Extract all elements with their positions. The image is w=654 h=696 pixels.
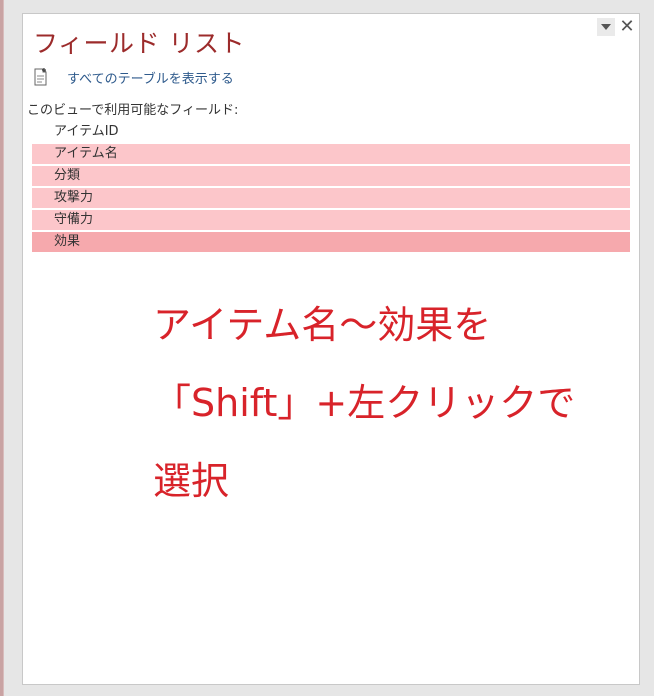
close-icon: ✕ bbox=[619, 16, 635, 37]
document-add-icon bbox=[34, 68, 47, 86]
field-item-defense[interactable]: 守備力 bbox=[32, 210, 630, 230]
field-item-category[interactable]: 分類 bbox=[32, 166, 630, 186]
window-left-edge bbox=[0, 0, 4, 696]
field-item-item-name[interactable]: アイテム名 bbox=[32, 144, 630, 164]
field-item-item-id[interactable]: アイテムID bbox=[32, 122, 630, 142]
dropdown-arrow-icon bbox=[601, 24, 611, 30]
field-list-pane: フィールド リスト ✕ すべてのテーブルを表示する このビューで利用可能なフィー… bbox=[22, 13, 640, 685]
field-item-effect[interactable]: 効果 bbox=[32, 232, 630, 252]
instruction-annotation: アイテム名～効果を 「Shift」+左クリックで 選択 bbox=[153, 286, 623, 520]
field-item-attack[interactable]: 攻撃力 bbox=[32, 188, 630, 208]
field-list: アイテムID アイテム名 分類 攻撃力 守備力 効果 bbox=[32, 122, 630, 254]
available-fields-caption: このビューで利用可能なフィールド: bbox=[27, 103, 239, 118]
close-button[interactable]: ✕ bbox=[618, 18, 636, 36]
annotation-line-2: 「Shift」+左クリックで bbox=[153, 381, 576, 425]
annotation-line-1: アイテム名～効果を bbox=[153, 303, 492, 347]
show-all-tables-label: すべてのテーブルを表示する bbox=[67, 71, 234, 87]
show-all-tables-link[interactable]: すべてのテーブルを表示する bbox=[33, 67, 234, 87]
pane-options-button[interactable] bbox=[597, 18, 615, 36]
pane-title: フィールド リスト bbox=[33, 29, 245, 58]
annotation-line-3: 選択 bbox=[153, 459, 230, 503]
